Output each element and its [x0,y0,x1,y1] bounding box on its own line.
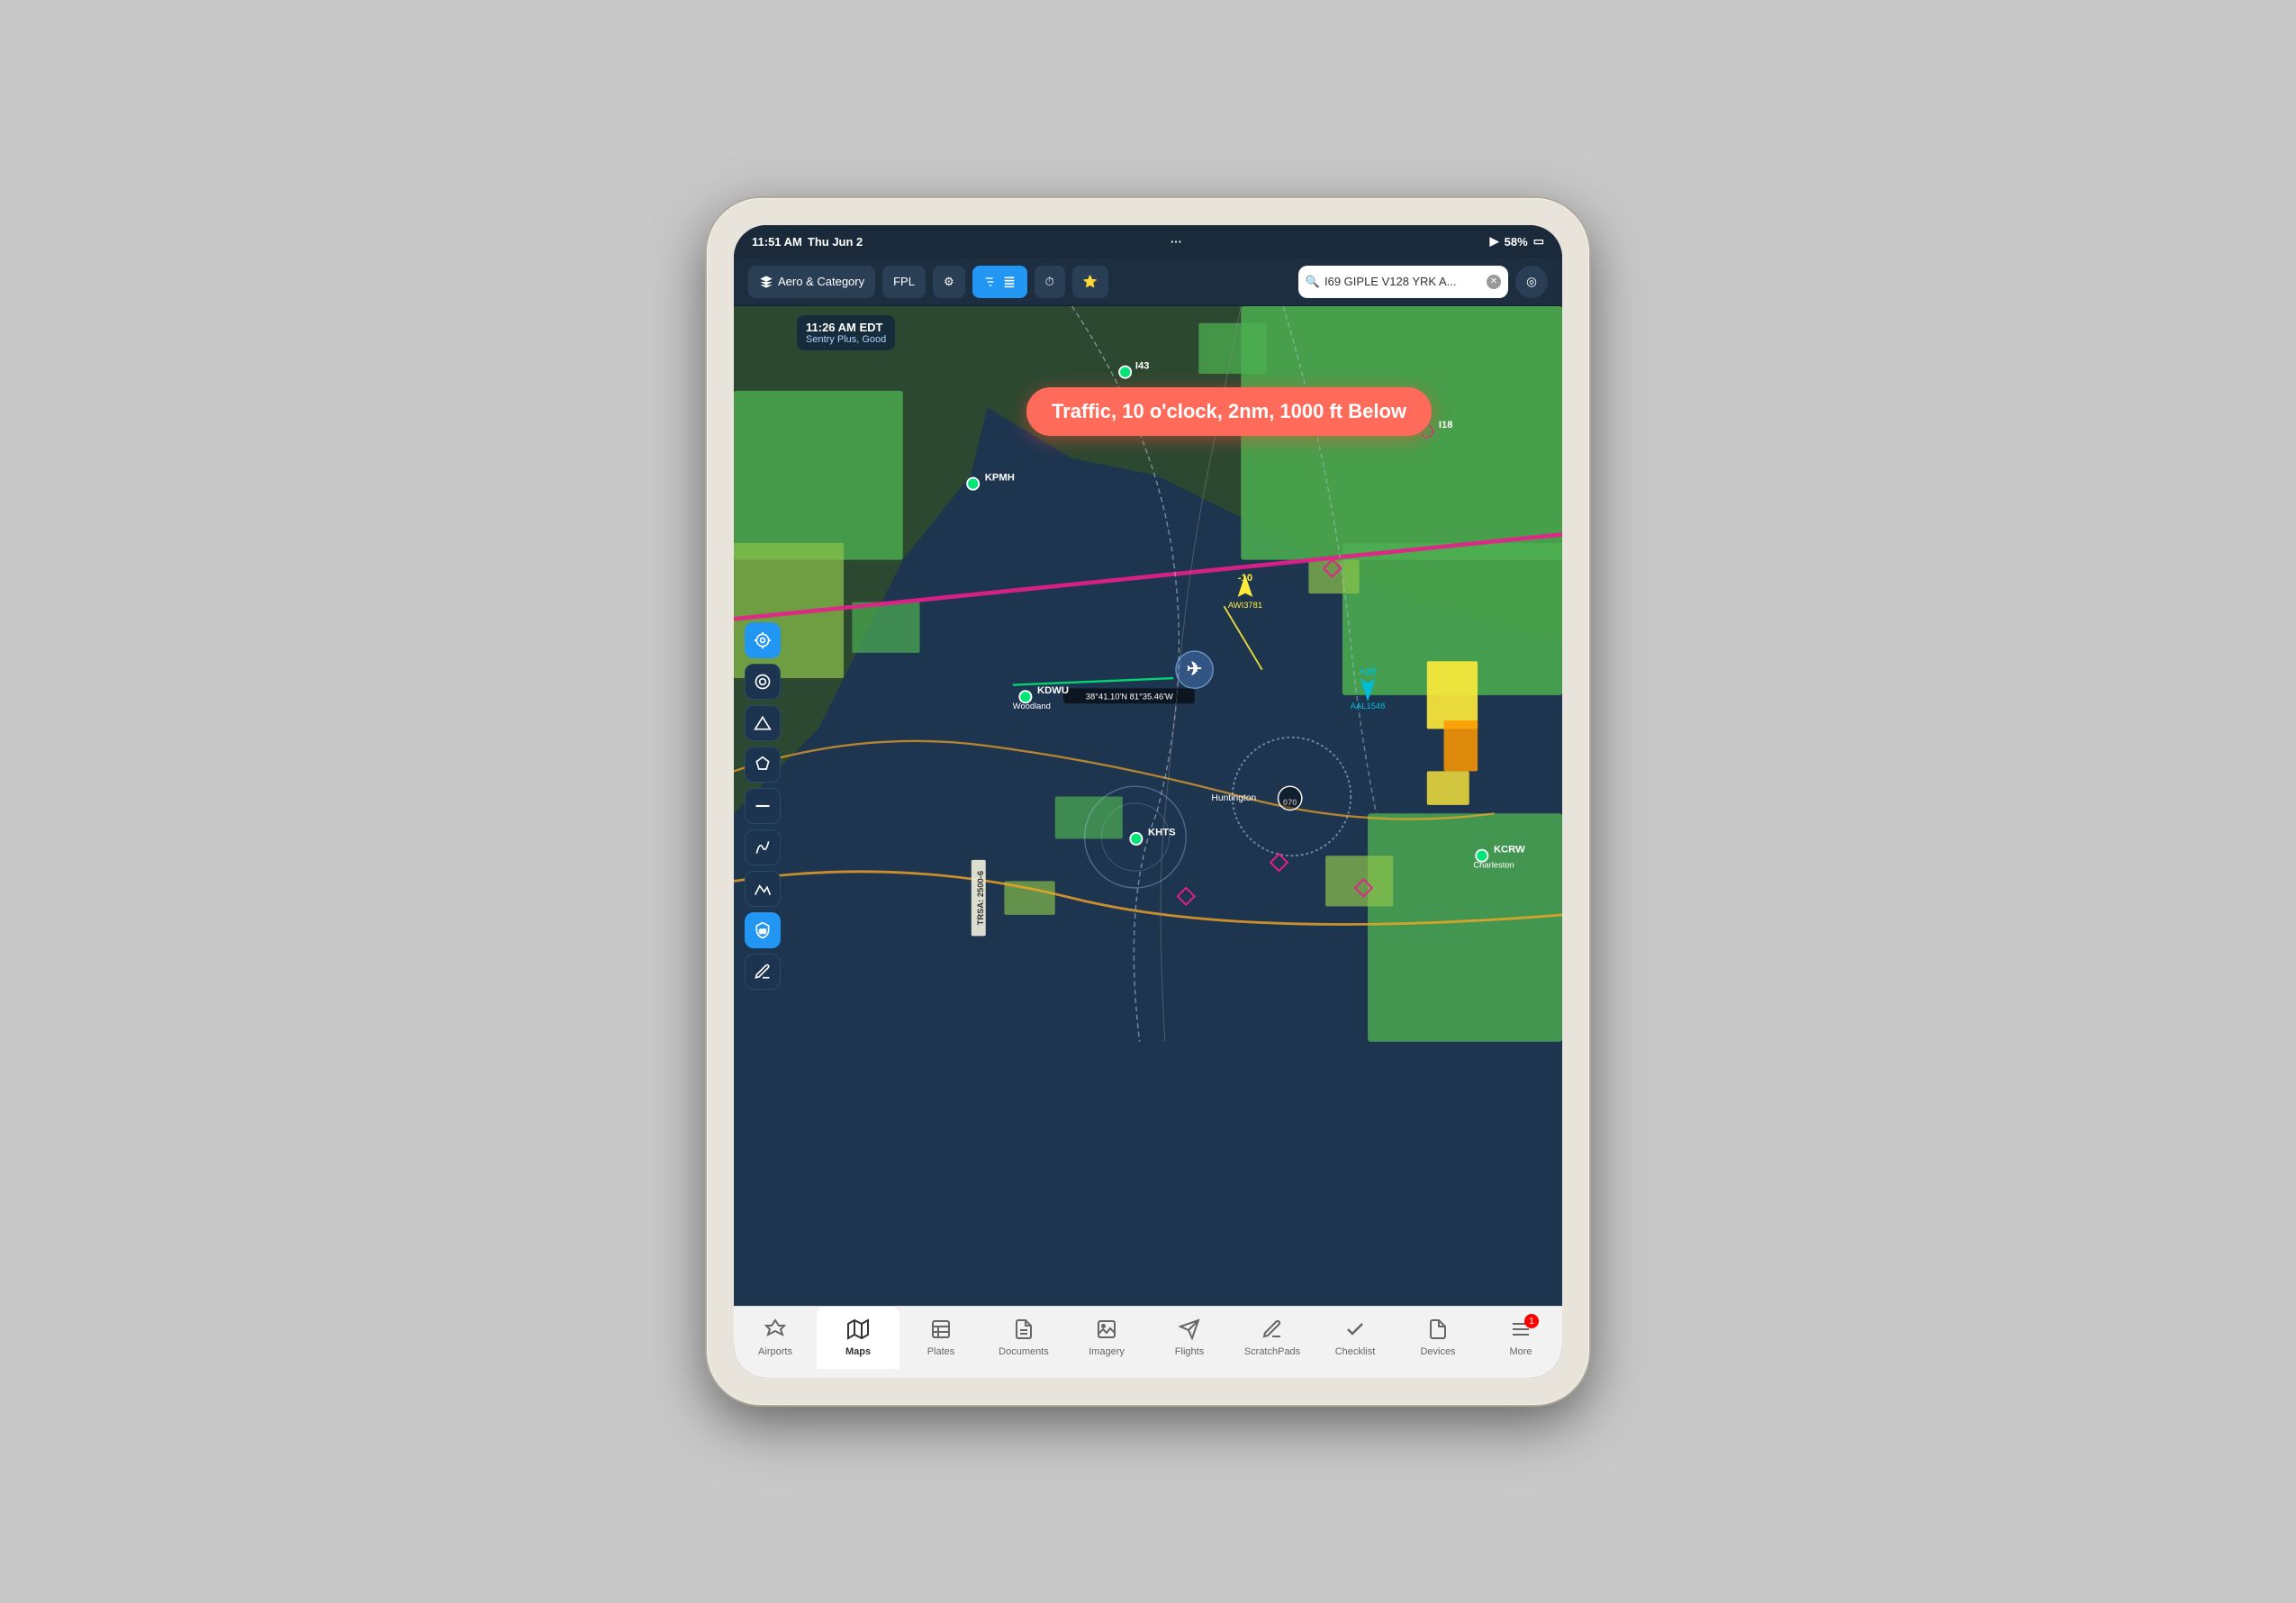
pen-tool-button[interactable] [745,954,781,990]
scratchpads-label: ScratchPads [1244,1346,1300,1357]
flights-icon [1179,1318,1200,1344]
filter-button[interactable] [972,266,1027,298]
scratchpads-icon [1261,1318,1283,1344]
timer-icon: ⏱ [1045,275,1054,289]
svg-text:35: 35 [759,928,766,935]
svg-text:Woodland: Woodland [1013,702,1051,711]
compass-button[interactable]: ◎ [1515,266,1548,298]
more-badge: 1 [1524,1314,1539,1328]
star-clock-icon: ⭐ [1083,275,1098,289]
svg-text:KHTS: KHTS [1148,828,1176,838]
location-arrow-icon: ▶ [1490,234,1499,249]
more-label: More [1509,1346,1532,1357]
ipad-screen: 11:51 AM Thu Jun 2 ··· ▶ 58% ▭ Aero & Ca… [734,225,1562,1378]
terrain-tool-button[interactable] [745,871,781,907]
svg-text:KPMH: KPMH [985,472,1015,483]
map-area[interactable]: ✈ 38°41.10'N 81°35.46'W -10 AWI3781 +20 … [734,306,1562,1306]
tab-documents[interactable]: Documents [982,1307,1065,1369]
search-icon: 🔍 [1306,275,1320,289]
checklist-label: Checklist [1335,1346,1376,1357]
svg-text:I18: I18 [1439,420,1453,430]
status-bar: 11:51 AM Thu Jun 2 ··· ▶ 58% ▭ [734,225,1562,258]
documents-label: Documents [999,1346,1049,1357]
battery-icon: ▭ [1533,234,1544,249]
compass-icon: ◎ [1526,275,1537,289]
map-time: 11:26 AM EDT [806,321,886,334]
triangle-tool-button[interactable] [745,705,781,741]
svg-text:TRSA: 2500-6: TRSA: 2500-6 [976,871,985,925]
tab-airports[interactable]: Airports [734,1307,817,1369]
fpl-button[interactable]: FPL [882,266,926,298]
svg-text:I43: I43 [1135,360,1150,371]
tab-flights[interactable]: Flights [1148,1307,1231,1369]
line-tool-button[interactable] [745,788,781,824]
imagery-icon [1096,1318,1117,1344]
svg-text:AAL1548: AAL1548 [1351,702,1386,711]
svg-text:✈: ✈ [1187,658,1202,679]
time-display: 11:51 AM [752,235,802,249]
tab-maps[interactable]: Maps [817,1307,899,1369]
sentry-status: Sentry Plus, Good [806,334,886,345]
plates-label: Plates [927,1346,955,1357]
settings-icon: ⚙ [944,275,954,289]
tab-plates[interactable]: Plates [899,1307,982,1369]
airports-icon [764,1318,786,1344]
search-clear-button[interactable]: ✕ [1487,275,1501,289]
fpl-label: FPL [893,275,915,288]
svg-text:Huntington: Huntington [1211,793,1256,803]
tab-checklist[interactable]: Checklist [1314,1307,1397,1369]
flights-label: Flights [1175,1346,1204,1357]
traffic-alert-text: Traffic, 10 o'clock, 2nm, 1000 ft Below [1052,400,1406,422]
status-center: ··· [1171,235,1182,249]
airports-label: Airports [758,1346,792,1357]
tab-devices[interactable]: Devices [1397,1307,1479,1369]
svg-text:38°41.10'N 81°35.46'W: 38°41.10'N 81°35.46'W [1086,693,1173,702]
maps-icon [847,1318,869,1344]
tab-bar: Airports Maps [734,1306,1562,1378]
status-right: ▶ 58% ▭ [1490,234,1544,249]
svg-text:KCRW: KCRW [1494,844,1525,855]
search-input[interactable] [1324,275,1482,288]
documents-icon [1013,1318,1035,1344]
left-tools-panel: 35 [745,622,781,990]
favorites-button[interactable]: ⭐ [1072,266,1108,298]
traffic-alert-banner: Traffic, 10 o'clock, 2nm, 1000 ft Below [1026,387,1432,436]
devices-label: Devices [1420,1346,1455,1357]
layers-button[interactable]: Aero & Category [748,266,875,298]
ipad-frame: 11:51 AM Thu Jun 2 ··· ▶ 58% ▭ Aero & Ca… [707,198,1589,1405]
toolbar: Aero & Category FPL ⚙ ⏱ ⭐ [734,258,1562,306]
tab-imagery[interactable]: Imagery [1065,1307,1148,1369]
target-tool-button[interactable] [745,622,781,658]
status-time: 11:51 AM Thu Jun 2 [752,235,863,249]
path-tool-button[interactable] [745,829,781,865]
svg-text:Charleston: Charleston [1473,860,1514,869]
time-overlay: 11:26 AM EDT Sentry Plus, Good [797,315,895,350]
svg-text:KDWU: KDWU [1037,685,1069,696]
plates-icon [930,1318,952,1344]
imagery-label: Imagery [1089,1346,1125,1357]
shield-tool-button[interactable]: 35 [745,912,781,948]
tab-scratchpads[interactable]: ScratchPads [1231,1307,1314,1369]
polygon-tool-button[interactable] [745,747,781,783]
devices-icon [1427,1318,1449,1344]
layers-label: Aero & Category [778,275,864,288]
recenter-tool-button[interactable] [745,664,781,700]
svg-text:AWI3781: AWI3781 [1228,601,1262,610]
checklist-icon [1344,1318,1366,1344]
settings-button[interactable]: ⚙ [933,266,965,298]
tab-more[interactable]: 1 More [1479,1307,1562,1369]
maps-label: Maps [845,1346,871,1357]
svg-text:+20: +20 [1360,666,1377,677]
battery-percentage: 58% [1505,235,1528,249]
search-bar[interactable]: 🔍 ✕ [1298,266,1508,298]
timer-button[interactable]: ⏱ [1035,266,1065,298]
date-display: Thu Jun 2 [808,235,863,249]
status-dots: ··· [1171,235,1182,249]
